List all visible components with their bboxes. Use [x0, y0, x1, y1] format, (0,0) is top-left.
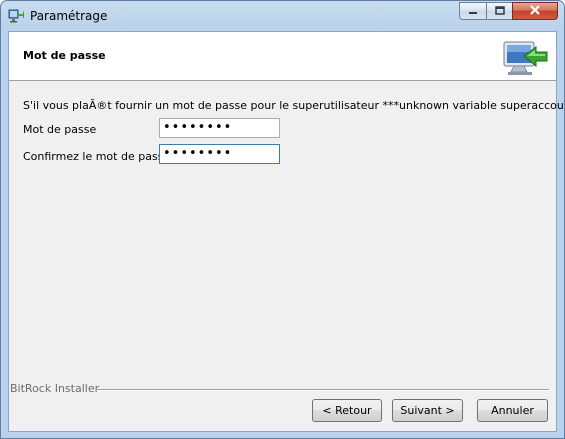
installer-window: Paramétrage Mot de passe S'il vous plaÃ®…	[0, 0, 565, 439]
confirm-password-label: Confirmez le mot de passe.	[23, 150, 174, 163]
password-label: Mot de passe	[23, 123, 97, 136]
page-content: S'il vous plaÃ®t fournir un mot de passe…	[9, 81, 564, 381]
password-field[interactable]: ••••••••	[159, 118, 280, 138]
minimize-icon	[468, 5, 478, 18]
dialog-client-area: Mot de passe S'il vous plaÃ®t fournir un…	[8, 31, 564, 432]
next-button[interactable]: Suivant >	[392, 399, 463, 422]
close-icon	[529, 4, 541, 18]
instruction-text: S'il vous plaÃ®t fournir un mot de passe…	[23, 99, 565, 112]
cancel-button[interactable]: Annuler	[477, 399, 548, 422]
installer-icon	[8, 8, 24, 24]
maximize-icon	[494, 5, 505, 18]
window-title: Paramétrage	[30, 9, 108, 23]
minimize-button[interactable]	[459, 2, 486, 20]
close-button[interactable]	[512, 2, 558, 20]
maximize-button[interactable]	[486, 2, 512, 20]
confirm-password-field[interactable]: ••••••••	[159, 144, 280, 164]
page-header: Mot de passe	[9, 32, 556, 81]
back-button[interactable]: < Retour	[312, 399, 382, 422]
computer-arrow-icon	[500, 36, 550, 80]
title-bar[interactable]: Paramétrage	[1, 1, 564, 31]
footer-divider	[97, 389, 549, 390]
installer-brand-label: BitRock Installer	[10, 382, 100, 395]
caption-buttons	[459, 2, 558, 20]
page-title: Mot de passe	[23, 49, 106, 62]
